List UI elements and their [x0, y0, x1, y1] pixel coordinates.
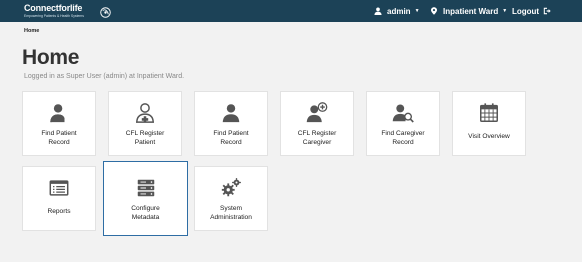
page-title: Home: [22, 46, 80, 69]
tile-find-patient-record-2[interactable]: Find Patient Record: [194, 91, 268, 156]
location-menu[interactable]: Inpatient Ward ▼: [431, 0, 507, 22]
tile-label: System Administration: [210, 205, 252, 221]
tile-label: CFL Register Caregiver: [297, 130, 337, 146]
logout-link[interactable]: Logout: [512, 0, 551, 22]
tile-system-administration[interactable]: System Administration: [194, 166, 268, 231]
sign-out-icon: [543, 7, 551, 15]
tile-cfl-register-patient[interactable]: CFL Register Patient: [108, 91, 182, 156]
tile-label: Configure Metadata: [131, 205, 160, 221]
tile-label: Visit Overview: [468, 133, 510, 140]
brand-name: Connectforlife: [24, 3, 83, 13]
top-navbar: Connectforlife Empowering Patients & Hea…: [0, 0, 582, 22]
user-menu[interactable]: admin ▼: [374, 0, 420, 22]
gears-icon: [220, 177, 242, 199]
location-menu-label: Inpatient Ward: [443, 6, 499, 16]
page-subtitle: Logged in as Super User (admin) at Inpat…: [24, 73, 185, 80]
caret-down-icon: ▼: [414, 8, 420, 14]
caret-down-icon: ▼: [502, 8, 508, 14]
logout-label: Logout: [512, 6, 540, 16]
tile-label: Reports: [47, 208, 71, 215]
user-search-icon: [48, 102, 70, 124]
list-icon: [48, 177, 70, 199]
globe-icon: [100, 5, 111, 18]
user-icon: [374, 7, 382, 15]
tile-label: CFL Register Patient: [125, 130, 165, 146]
tile-visit-overview[interactable]: Visit Overview: [452, 91, 526, 156]
calendar-icon: [478, 102, 500, 124]
breadcrumb[interactable]: Home: [24, 28, 39, 34]
tile-find-patient-record[interactable]: Find Patient Record: [22, 91, 96, 156]
tile-label: Find Patient Record: [213, 130, 249, 146]
user-icon: [220, 102, 242, 124]
brand-logo[interactable]: Connectforlife Empowering Patients & Hea…: [24, 3, 111, 19]
user-magnify-icon: [392, 102, 414, 124]
user-menu-label: admin: [387, 6, 411, 16]
user-medical-icon: [134, 102, 156, 124]
tile-label: Find Patient Record: [41, 130, 77, 146]
tile-label: Find Caregiver Record: [381, 130, 425, 146]
tile-reports[interactable]: Reports: [22, 166, 96, 231]
tile-cfl-register-caregiver[interactable]: CFL Register Caregiver: [280, 91, 354, 156]
tile-find-caregiver-record[interactable]: Find Caregiver Record: [366, 91, 440, 156]
brand-tagline: Empowering Patients & Health Systems: [24, 14, 84, 18]
server-icon: [135, 177, 157, 199]
user-add-icon: [306, 102, 328, 124]
tile-configure-metadata[interactable]: Configure Metadata: [103, 161, 188, 236]
map-marker-icon: [431, 7, 437, 15]
